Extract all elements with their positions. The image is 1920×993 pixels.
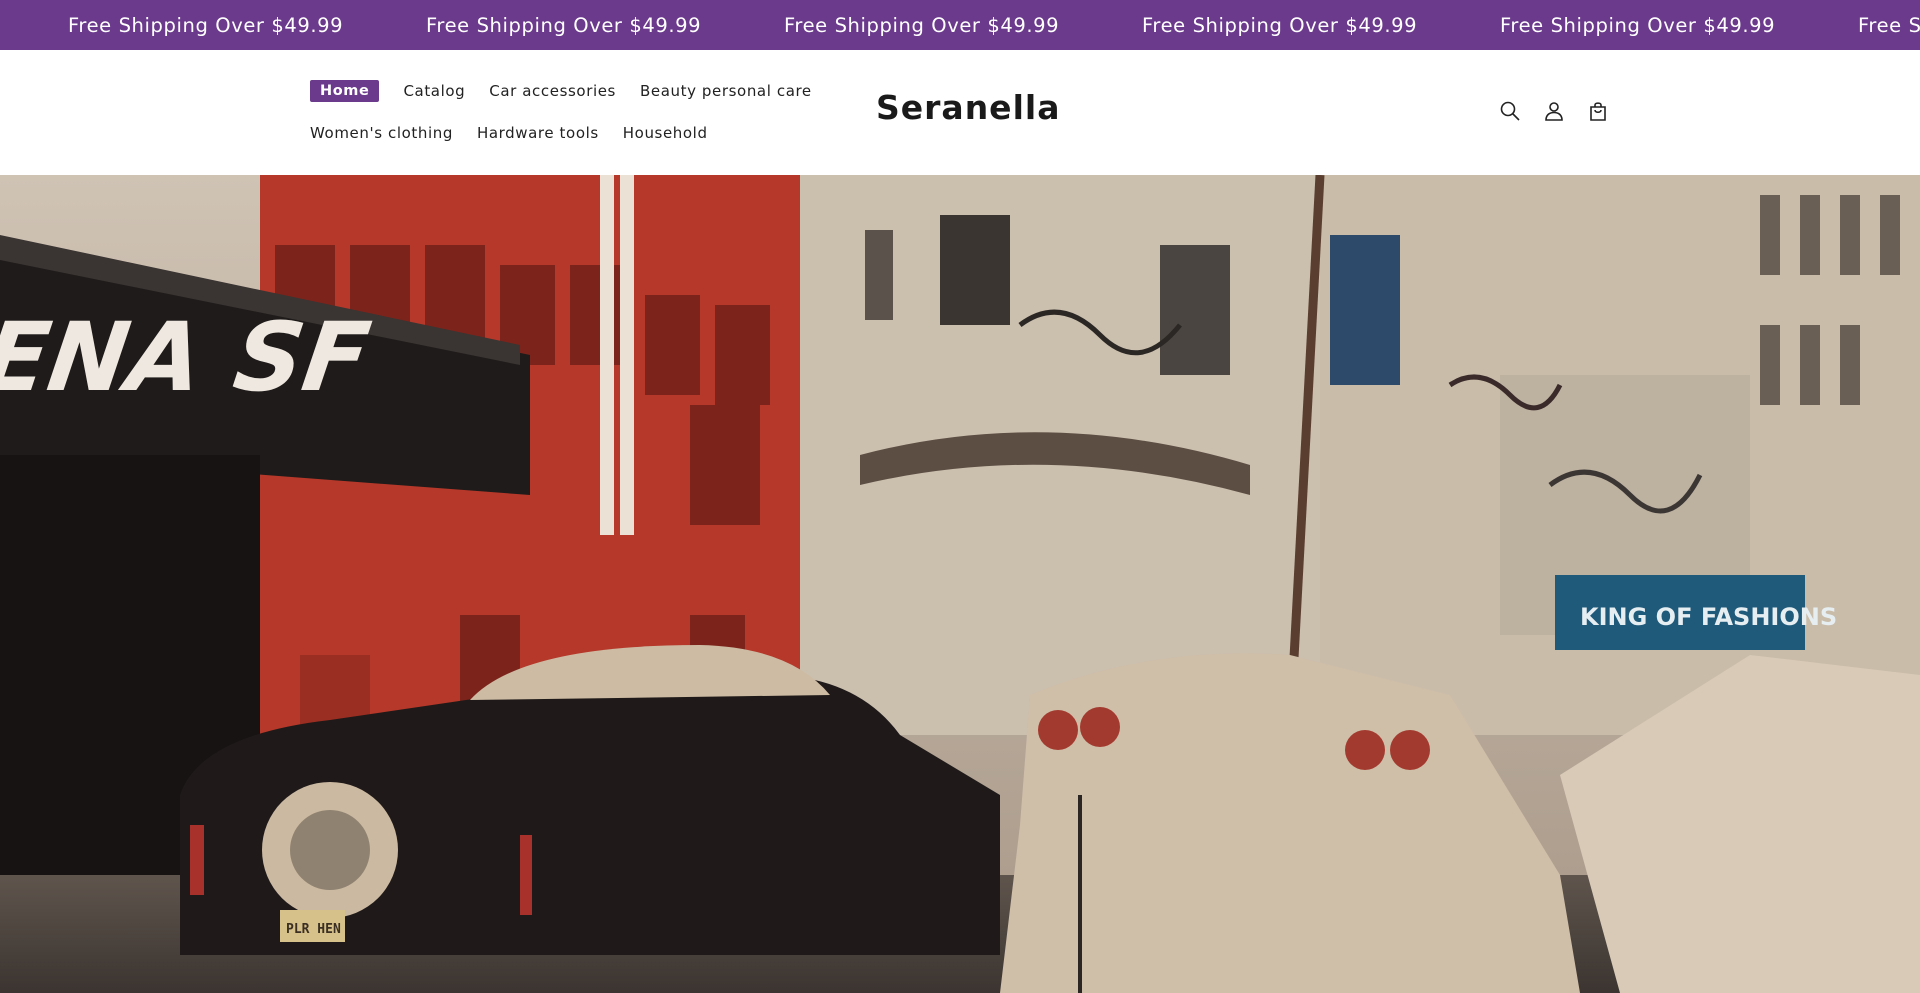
spare-tire-hub bbox=[290, 810, 370, 890]
announcement-text: Free Shipping Over $49.99 bbox=[1142, 13, 1418, 37]
site-header: Home Catalog Car accessories Beauty pers… bbox=[0, 50, 1920, 175]
nav-item-car-accessories[interactable]: Car accessories bbox=[489, 82, 616, 100]
nav-item-catalog[interactable]: Catalog bbox=[403, 82, 465, 100]
announcement-text: Free Shipping Over $49.99 bbox=[1500, 13, 1776, 37]
tail-light bbox=[190, 825, 204, 895]
search-icon[interactable] bbox=[1498, 98, 1522, 124]
window bbox=[1160, 245, 1230, 375]
header-icons bbox=[1498, 98, 1610, 124]
cart-icon[interactable] bbox=[1586, 98, 1610, 124]
announcement-text: Free Shipping Over $49.99 bbox=[1858, 13, 1920, 37]
license-plate-text: PLR HEN bbox=[286, 922, 341, 937]
window bbox=[1800, 195, 1820, 275]
nav-item-hardware-tools[interactable]: Hardware tools bbox=[477, 124, 599, 142]
tail-lamp bbox=[1390, 730, 1430, 770]
window bbox=[940, 215, 1010, 325]
window bbox=[865, 230, 893, 320]
nav-item-womens-clothing[interactable]: Women's clothing bbox=[310, 124, 453, 142]
window bbox=[1840, 325, 1860, 405]
street-banner bbox=[1330, 235, 1400, 385]
nav-item-home[interactable]: Home bbox=[310, 80, 380, 102]
pipe bbox=[620, 175, 634, 535]
hero-image: KING OF FASHIONS ENA SF PLR HEN bbox=[0, 175, 1920, 993]
tail-lamp bbox=[1080, 707, 1120, 747]
pipe bbox=[600, 175, 614, 535]
nav-row-2: Women's clothing Hardware tools Househol… bbox=[310, 120, 850, 146]
window bbox=[1840, 195, 1860, 275]
hero-banner[interactable]: KING OF FASHIONS ENA SF PLR HEN bbox=[0, 175, 1920, 993]
site-logo[interactable]: Seranella bbox=[876, 88, 1060, 127]
tail-light bbox=[520, 835, 532, 915]
window bbox=[1760, 325, 1780, 405]
announcement-track: Free Shipping Over $49.99 Free Shipping … bbox=[68, 0, 1920, 50]
tail-lamp bbox=[1345, 730, 1385, 770]
window bbox=[1800, 325, 1820, 405]
window bbox=[1760, 195, 1780, 275]
announcement-text: Free Shipping Over $49.99 bbox=[784, 13, 1060, 37]
storefront-sign-text: ENA SF bbox=[0, 301, 376, 412]
announcement-text: Free Shipping Over $49.99 bbox=[426, 13, 702, 37]
announcement-bar: Free Shipping Over $49.99 Free Shipping … bbox=[0, 0, 1920, 50]
nav-row-1: Home Catalog Car accessories Beauty pers… bbox=[310, 78, 850, 104]
announcement-text: Free Shipping Over $49.99 bbox=[68, 13, 344, 37]
window bbox=[1880, 195, 1900, 275]
account-icon[interactable] bbox=[1542, 98, 1566, 124]
nav-item-household[interactable]: Household bbox=[623, 124, 708, 142]
shop-sign-text: KING OF FASHIONS bbox=[1580, 603, 1837, 631]
nav-item-beauty-personal-care[interactable]: Beauty personal care bbox=[640, 82, 812, 100]
main-nav: Home Catalog Car accessories Beauty pers… bbox=[310, 78, 850, 146]
tail-lamp bbox=[1038, 710, 1078, 750]
